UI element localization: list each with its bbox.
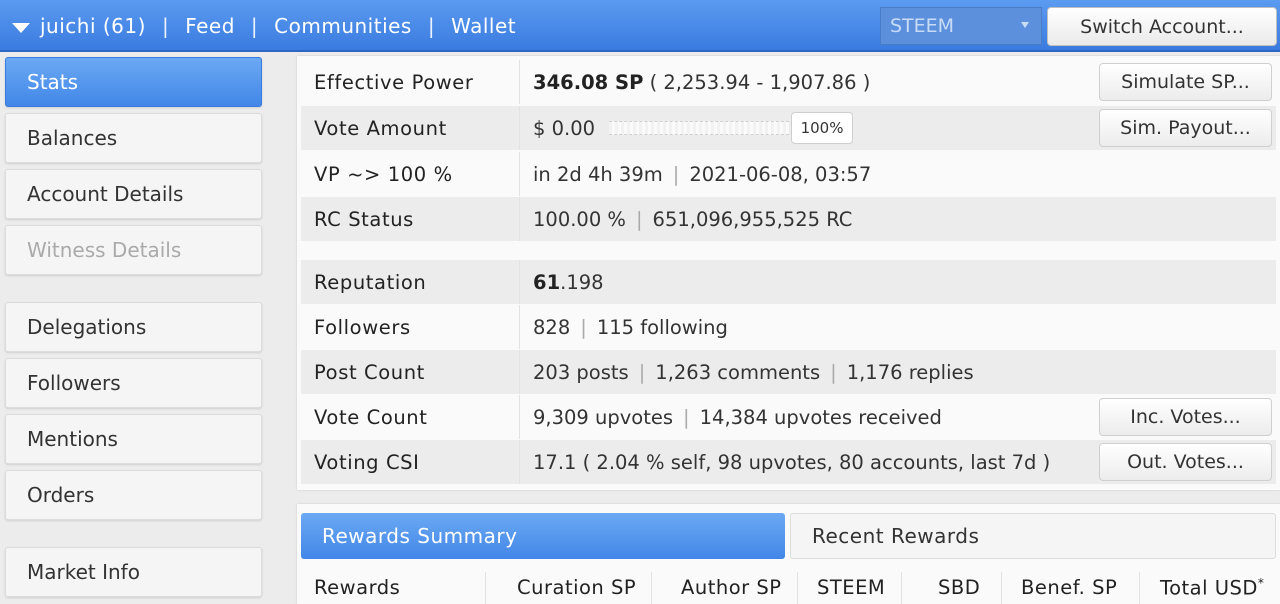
rewards-table-header: Rewards Curation SP Author SP STEEM SBD … [301, 568, 1276, 604]
row-voting-csi: Voting CSI 17.1 ( 2.04 % self, 98 upvote… [301, 440, 1276, 484]
label-vp: VP ~> 100 % [301, 152, 520, 196]
inc-votes-button[interactable]: Inc. Votes... [1099, 398, 1272, 436]
nav-separator: | [161, 14, 170, 38]
switch-account-button[interactable]: Switch Account... [1047, 7, 1277, 46]
label-followers: Followers [301, 305, 520, 349]
sidebar-item-balances[interactable]: Balances [5, 113, 262, 163]
reputation-decimal: .198 [560, 270, 604, 294]
tab-recent-rewards[interactable]: Recent Rewards [790, 513, 1276, 559]
rc-percent: 100.00 % [533, 207, 626, 231]
select-arrow-icon [1021, 22, 1029, 28]
sidebar-item-stats[interactable]: Stats [5, 57, 262, 107]
col-curation-sp: Curation SP [517, 576, 637, 599]
value-reputation: 61.198 [520, 260, 1276, 304]
posts-count: 203 posts [533, 360, 629, 384]
value-followers: 828 | 115 following [533, 315, 728, 339]
sidebar-item-account-details[interactable]: Account Details [5, 169, 262, 219]
following-count: 115 following [596, 315, 728, 339]
stats-panel: Effective Power 346.08 SP ( 2,253.94 - 1… [297, 56, 1280, 490]
account-link[interactable]: juichi (61) [40, 14, 146, 38]
col-rewards: Rewards [314, 576, 401, 599]
row-vote-amount: Vote Amount $ 0.00 100% Sim. Payout... [301, 106, 1276, 150]
label-rc-status: RC Status [301, 197, 520, 241]
rc-amount: 651,096,955,525 RC [652, 207, 853, 231]
sidebar-item-witness-details: Witness Details [5, 225, 262, 275]
label-vote-count: Vote Count [301, 395, 520, 439]
vp-date: 2021-06-08, 03:57 [689, 162, 872, 186]
col-total-usd: Total USD* [1160, 576, 1265, 600]
label-vote-amount: Vote Amount [301, 106, 520, 150]
label-post-count: Post Count [301, 350, 520, 394]
nav-communities[interactable]: Communities [274, 14, 412, 38]
sim-payout-button[interactable]: Sim. Payout... [1099, 109, 1272, 147]
col-steem: STEEM [817, 576, 886, 599]
total-usd-footnote-mark: * [1257, 576, 1265, 590]
nav-feed[interactable]: Feed [185, 14, 235, 38]
chain-select-value: STEEM [890, 15, 955, 37]
vote-weight-percent[interactable]: 100% [791, 112, 854, 144]
row-vote-count: Vote Count 9,309 upvotes | 14,384 upvotes … [301, 395, 1276, 439]
rewards-section: Rewards Summary Recent Rewards Rewards C… [297, 504, 1280, 604]
row-followers: Followers 828 | 115 following [301, 305, 1276, 349]
replies-count: 1,176 replies [846, 360, 974, 384]
tab-rewards-summary[interactable]: Rewards Summary [301, 513, 785, 559]
upvotes-count: 9,309 upvotes [533, 405, 674, 429]
nav-separator: | [427, 14, 436, 38]
upvotes-received: 14,384 upvotes received [699, 405, 942, 429]
col-benef-sp: Benef. SP [1021, 576, 1118, 599]
simulate-sp-button[interactable]: Simulate SP... [1099, 63, 1272, 101]
col-sbd: SBD [938, 576, 981, 599]
vote-amount-usd: $ 0.00 [533, 116, 596, 140]
sidebar: Stats Balances Account Details Witness D… [0, 52, 270, 604]
sidebar-item-mentions[interactable]: Mentions [5, 414, 262, 464]
value-rc-status: 100.00 % | 651,096,955,525 RC [533, 207, 853, 231]
sidebar-item-delegations[interactable]: Delegations [5, 302, 262, 352]
reputation-whole: 61 [533, 270, 561, 294]
nav-wallet[interactable]: Wallet [451, 14, 516, 38]
row-vp: VP ~> 100 % in 2d 4h 39m | 2021-06-08, 03:… [301, 152, 1276, 196]
row-reputation: Reputation 61.198 [301, 260, 1276, 304]
followers-count: 828 [533, 315, 571, 339]
row-rc-status: RC Status 100.00 % | 651,096,955,525 RC [301, 197, 1276, 241]
sidebar-item-followers[interactable]: Followers [5, 358, 262, 408]
sidebar-item-orders[interactable]: Orders [5, 470, 262, 520]
value-vp: in 2d 4h 39m | 2021-06-08, 03:57 [533, 162, 872, 186]
chain-select[interactable]: STEEM [880, 7, 1042, 45]
top-bar: juichi (61) | Feed | Communities | Walle… [0, 0, 1280, 52]
effective-power-sp: 346.08 SP [533, 70, 644, 94]
effective-power-detail: ( 2,253.94 - 1,907.86 ) [649, 70, 871, 94]
label-effective-power: Effective Power [301, 60, 520, 104]
out-votes-button[interactable]: Out. Votes... [1099, 443, 1272, 481]
col-author-sp: Author SP [681, 576, 782, 599]
sidebar-item-market-info[interactable]: Market Info [5, 547, 262, 597]
vote-weight-slider[interactable] [609, 121, 790, 135]
nav-separator: | [250, 14, 259, 38]
label-reputation: Reputation [301, 260, 520, 304]
comments-count: 1,263 comments [655, 360, 821, 384]
caret-down-icon[interactable] [12, 22, 30, 33]
row-post-count: Post Count 203 posts | 1,263 comments | 1,17… [301, 350, 1276, 394]
row-effective-power: Effective Power 346.08 SP ( 2,253.94 - 1… [301, 60, 1276, 104]
value-post-count: 203 posts | 1,263 comments | 1,176 replies [533, 360, 974, 384]
vp-time: in 2d 4h 39m [533, 162, 663, 186]
top-nav: juichi (61) | Feed | Communities | Walle… [12, 0, 516, 52]
label-voting-csi: Voting CSI [301, 440, 520, 484]
